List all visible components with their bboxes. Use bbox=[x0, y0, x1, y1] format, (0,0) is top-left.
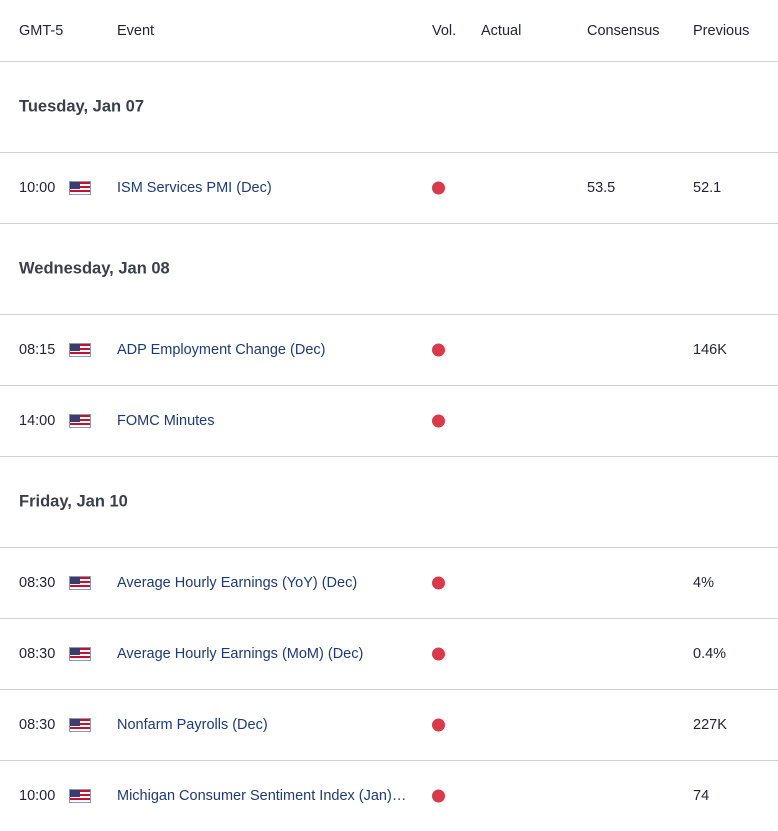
volatility-high-icon bbox=[432, 343, 445, 357]
header-time[interactable]: GMT-5 bbox=[19, 23, 63, 39]
header-actual[interactable]: Actual bbox=[481, 23, 521, 39]
us-flag-icon bbox=[69, 789, 91, 803]
event-name[interactable]: Average Hourly Earnings (MoM) (Dec) bbox=[117, 646, 363, 662]
volatility-high-icon bbox=[432, 576, 445, 590]
day-header: Wednesday, Jan 08 bbox=[0, 224, 778, 315]
day-header: Tuesday, Jan 07 bbox=[0, 62, 778, 153]
table-row[interactable]: 08:30 Nonfarm Payrolls (Dec) 227K bbox=[0, 690, 778, 761]
us-flag-icon bbox=[69, 414, 91, 428]
day-label: Wednesday, Jan 08 bbox=[19, 259, 170, 278]
day-label: Friday, Jan 10 bbox=[19, 492, 128, 511]
event-time: 10:00 bbox=[19, 180, 56, 196]
event-time: 08:30 bbox=[19, 575, 56, 591]
day-label: Tuesday, Jan 07 bbox=[19, 97, 145, 116]
volatility-high-icon bbox=[432, 718, 445, 732]
table-row[interactable]: 08:30 Average Hourly Earnings (YoY) (Dec… bbox=[0, 548, 778, 619]
header-vol[interactable]: Vol. bbox=[432, 23, 456, 39]
header-previous[interactable]: Previous bbox=[693, 23, 749, 39]
table-row[interactable]: 10:00 Michigan Consumer Sentiment Index … bbox=[0, 761, 778, 831]
header-event[interactable]: Event bbox=[117, 23, 154, 39]
table-header: GMT-5 Event Vol. Actual Consensus Previo… bbox=[0, 0, 778, 62]
event-time: 08:15 bbox=[19, 342, 56, 358]
event-name[interactable]: FOMC Minutes bbox=[117, 413, 215, 429]
event-time: 10:00 bbox=[19, 788, 56, 804]
event-previous: 52.1 bbox=[693, 180, 722, 196]
event-previous: 4% bbox=[693, 575, 714, 591]
table-row[interactable]: 14:00 FOMC Minutes bbox=[0, 386, 778, 457]
event-name[interactable]: ADP Employment Change (Dec) bbox=[117, 342, 325, 358]
event-name[interactable]: Michigan Consumer Sentiment Index (Jan)… bbox=[117, 788, 406, 804]
event-time: 08:30 bbox=[19, 646, 56, 662]
volatility-high-icon bbox=[432, 647, 445, 661]
volatility-high-icon bbox=[432, 414, 445, 428]
event-name[interactable]: Nonfarm Payrolls (Dec) bbox=[117, 717, 268, 733]
event-previous: 146K bbox=[693, 342, 727, 358]
economic-calendar-table: GMT-5 Event Vol. Actual Consensus Previo… bbox=[0, 0, 778, 831]
us-flag-icon bbox=[69, 181, 91, 195]
volatility-high-icon bbox=[432, 789, 445, 803]
event-consensus: 53.5 bbox=[587, 180, 616, 196]
event-name[interactable]: ISM Services PMI (Dec) bbox=[117, 180, 272, 196]
event-name[interactable]: Average Hourly Earnings (YoY) (Dec) bbox=[117, 575, 357, 591]
us-flag-icon bbox=[69, 343, 91, 357]
event-previous: 74 bbox=[693, 788, 710, 804]
event-time: 08:30 bbox=[19, 717, 56, 733]
table-row[interactable]: 08:30 Average Hourly Earnings (MoM) (Dec… bbox=[0, 619, 778, 690]
table-row[interactable]: 10:00 ISM Services PMI (Dec) 53.5 52.1 bbox=[0, 153, 778, 224]
volatility-high-icon bbox=[432, 181, 445, 195]
table-row[interactable]: 08:15 ADP Employment Change (Dec) 146K bbox=[0, 315, 778, 386]
event-time: 14:00 bbox=[19, 413, 56, 429]
day-header: Friday, Jan 10 bbox=[0, 457, 778, 548]
event-previous: 0.4% bbox=[693, 646, 727, 662]
header-consensus[interactable]: Consensus bbox=[587, 23, 660, 39]
event-previous: 227K bbox=[693, 717, 727, 733]
us-flag-icon bbox=[69, 647, 91, 661]
us-flag-icon bbox=[69, 718, 91, 732]
us-flag-icon bbox=[69, 576, 91, 590]
